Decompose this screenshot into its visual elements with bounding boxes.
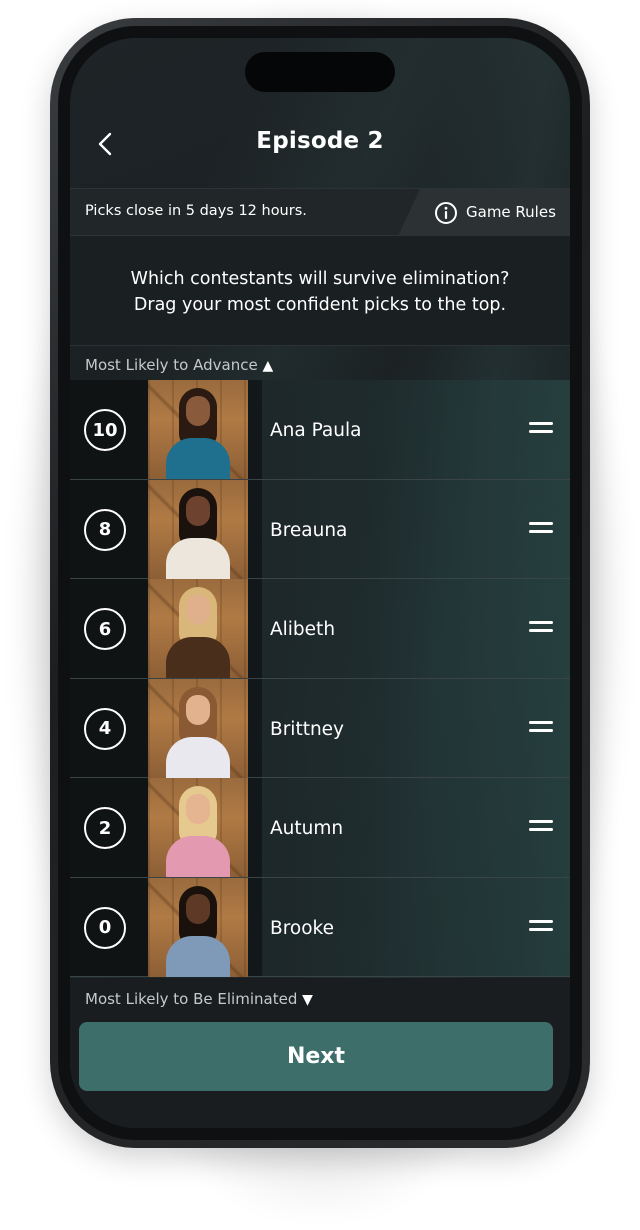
points-badge: 2 <box>84 807 126 849</box>
game-rules-button[interactable]: Game Rules <box>398 189 570 236</box>
contestant-photo <box>148 877 248 977</box>
bottom-area: Most Likely to Be Eliminated ▼ Next <box>70 978 570 1128</box>
contestant-row[interactable]: 2 Autumn <box>70 778 570 878</box>
points-badge: 8 <box>84 508 126 551</box>
dynamic-island <box>245 52 395 92</box>
contestant-name: Alibeth <box>270 619 336 640</box>
contestant-photo <box>148 479 248 579</box>
rank-cell: 6 <box>70 579 148 678</box>
game-rules-label: Game Rules <box>466 203 556 221</box>
rank-cell: 8 <box>70 479 148 578</box>
app-header: Episode 2 <box>70 118 570 170</box>
triangle-down-icon: ▼ <box>302 992 313 1008</box>
triangle-up-icon: ▲ <box>262 358 274 374</box>
contestant-row[interactable]: 0 Brooke <box>70 877 570 977</box>
contestant-row[interactable]: 8 Breauna <box>70 479 570 579</box>
contestant-ranking-list: 10 Ana Paula 8 Breauna 6 Alibeth 4 Britt… <box>70 380 570 977</box>
instructions-line-1: Which contestants will survive eliminati… <box>130 269 510 289</box>
contestant-row[interactable]: 4 Brittney <box>70 678 570 778</box>
rank-cell: 10 <box>70 380 148 479</box>
contestant-row[interactable]: 6 Alibeth <box>70 579 570 679</box>
rank-cell: 2 <box>70 778 148 877</box>
info-bar: Picks close in 5 days 12 hours. Game Rul… <box>70 188 570 236</box>
page-title: Episode 2 <box>256 128 384 154</box>
most-likely-eliminated-label: Most Likely to Be Eliminated ▼ <box>85 990 313 1008</box>
contestant-name: Breauna <box>270 519 348 541</box>
most-likely-advance-label: Most Likely to Advance ▲ <box>85 356 274 374</box>
rank-cell: 4 <box>70 678 148 777</box>
drag-handle-icon[interactable] <box>529 820 553 834</box>
contestant-photo <box>148 380 248 479</box>
contestant-name: Autumn <box>270 818 344 839</box>
contestant-name: Brittney <box>270 718 344 740</box>
contestant-photo <box>148 778 248 877</box>
contestant-name: Brooke <box>270 917 334 939</box>
info-circle-icon <box>435 202 457 224</box>
rank-cell: 0 <box>70 877 148 976</box>
contestant-row[interactable]: 10 Ana Paula <box>70 380 570 480</box>
contestant-photo <box>148 579 248 678</box>
points-badge: 4 <box>84 707 126 750</box>
picks-deadline-text: Picks close in 5 days 12 hours. <box>85 203 307 219</box>
drag-handle-icon[interactable] <box>529 521 553 536</box>
app-screen: Episode 2 Picks close in 5 days 12 hours… <box>70 38 570 1128</box>
next-button[interactable]: Next <box>79 1022 553 1091</box>
points-badge: 10 <box>84 409 126 451</box>
drag-handle-icon[interactable] <box>529 720 553 735</box>
drag-handle-icon[interactable] <box>529 621 553 635</box>
instructions-panel: Which contestants will survive eliminati… <box>70 236 570 346</box>
drag-handle-icon[interactable] <box>529 422 553 436</box>
contestant-name: Ana Paula <box>270 420 362 441</box>
points-badge: 6 <box>84 608 126 650</box>
drag-handle-icon[interactable] <box>529 919 553 934</box>
points-badge: 0 <box>84 906 126 949</box>
contestant-photo <box>148 678 248 778</box>
instructions-line-2: Drag your most confident picks to the to… <box>133 295 507 315</box>
